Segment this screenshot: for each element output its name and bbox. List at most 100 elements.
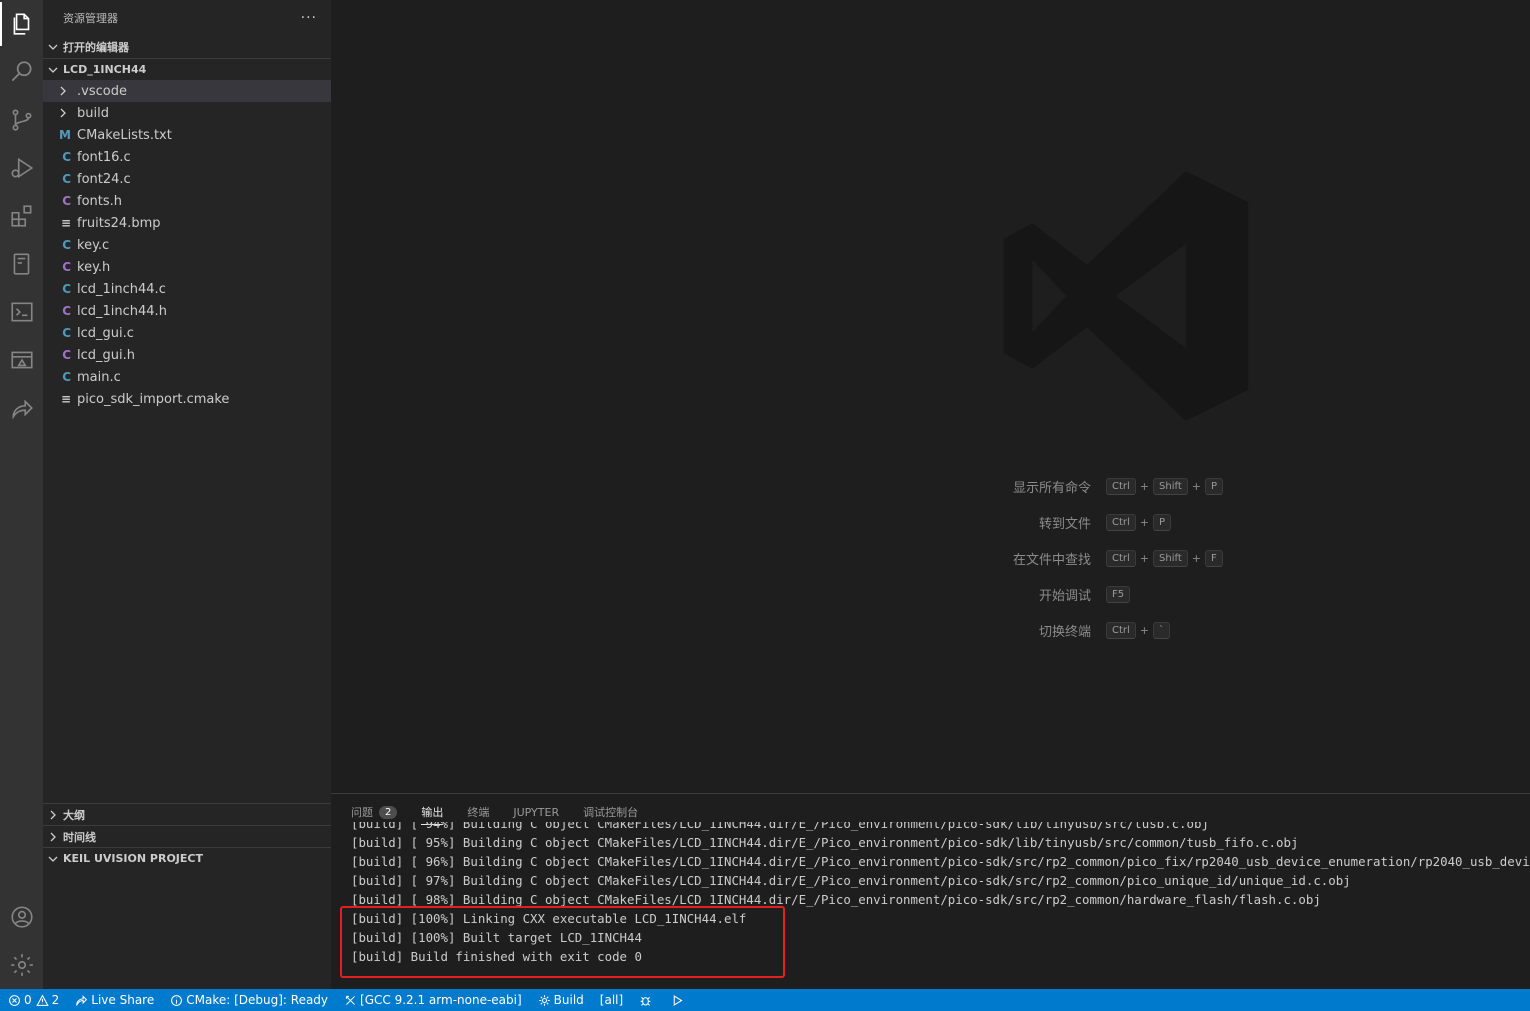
chevron-right-icon — [43, 829, 63, 845]
tree-item[interactable]: Cfonts.h — [43, 190, 331, 212]
accounts-icon[interactable] — [0, 895, 43, 939]
output-line: [build] [ 96%] Building C object CMakeFi… — [351, 854, 1530, 869]
tab-jupyter-label: JUPYTER — [513, 805, 560, 819]
keybinding-key: Ctrl — [1106, 477, 1136, 495]
status-bar: 0 2 Live Share CMake: [Debug]: Ready [GC… — [0, 989, 1530, 1011]
keybinding-key: F — [1204, 549, 1223, 567]
debug-button[interactable] — [639, 994, 655, 1007]
problems-status[interactable]: 0 2 — [8, 993, 59, 1007]
tree-item-label: font24.c — [77, 171, 131, 187]
tree-item[interactable]: Cfont24.c — [43, 168, 331, 190]
explorer-icon[interactable] — [0, 2, 43, 46]
keybinding-key: P — [1204, 477, 1223, 495]
tree-item-label: lcd_gui.h — [77, 347, 135, 363]
chevron-right-icon — [43, 83, 77, 99]
open-editors-label: 打开的编辑器 — [63, 41, 129, 54]
tab-terminal-label: 终端 — [467, 806, 490, 819]
tree-item-label: main.c — [77, 369, 121, 385]
tree-item-label: pico_sdk_import.cmake — [77, 391, 230, 407]
live-share-status[interactable]: Live Share — [75, 993, 154, 1007]
activity-bar — [0, 0, 43, 989]
search-icon[interactable] — [0, 50, 43, 94]
tree-item-label: key.h — [77, 259, 111, 275]
explorer-header: 资源管理器 ··· — [43, 0, 331, 36]
extensions-icon[interactable] — [0, 194, 43, 238]
outline-section[interactable]: 大纲 — [43, 803, 331, 825]
play-icon — [673, 994, 683, 1006]
terminal-icon[interactable] — [0, 290, 43, 334]
tree-item[interactable]: ≡ pico_sdk_import.cmake — [43, 388, 331, 410]
tree-item[interactable]: build — [43, 102, 331, 124]
plus-separator: + — [1139, 623, 1150, 637]
editor-area: 显示所有命令 Ctrl + Shift + P 转到文件 Ctrl + P 在文件中查找 Ctrl + S… — [331, 0, 1530, 793]
settings-gear-icon[interactable] — [0, 943, 43, 987]
tree-item[interactable]: .vscode — [43, 80, 331, 102]
timeline-section[interactable]: 时间线 — [43, 825, 331, 847]
tree-item[interactable]: Ckey.h — [43, 256, 331, 278]
cmake-status[interactable]: CMake: [Debug]: Ready — [170, 993, 328, 1007]
build-button[interactable]: Build — [538, 993, 584, 1007]
shortcut-hints: 显示所有命令 Ctrl + Shift + P 转到文件 Ctrl + P 在文件中查找 Ctrl + S… — [951, 468, 1351, 648]
remote-explorer-icon[interactable] — [0, 338, 43, 382]
tab-output-label: 输出 — [421, 806, 444, 819]
plus-separator: + — [1139, 515, 1150, 529]
tree-item[interactable]: Cmain.c — [43, 366, 331, 388]
shortcut-row: 开始调试 F5 — [951, 576, 1351, 612]
keybinding-key: F5 — [1106, 585, 1131, 603]
c-file-icon: C — [62, 172, 71, 186]
warning-count: 2 — [51, 993, 60, 1007]
plus-separator: + — [1139, 551, 1150, 565]
chevron-down-icon — [43, 62, 63, 78]
device-icon[interactable] — [0, 242, 43, 286]
more-actions-icon[interactable]: ··· — [301, 10, 317, 26]
tree-item[interactable]: ≡ fruits24.bmp — [43, 212, 331, 234]
shortcut-label: 切换终端 — [1038, 624, 1091, 640]
tree-item-label: fonts.h — [77, 193, 123, 209]
run-debug-icon[interactable] — [0, 146, 43, 190]
shortcut-label: 开始调试 — [1038, 588, 1091, 604]
tree-item-label: lcd_gui.c — [77, 325, 134, 341]
cmake-file-icon: M — [59, 128, 71, 142]
tree-item-label: lcd_1inch44.c — [77, 281, 166, 297]
explorer-title: 资源管理器 — [63, 12, 118, 25]
live-share-icon — [76, 994, 88, 1006]
build-target[interactable]: [all] — [600, 993, 623, 1007]
timeline-label: 时间线 — [63, 830, 96, 844]
file-tree: .vscode build M CMakeLists.txt Cfont16.c Cfon… — [43, 80, 331, 410]
live-share-icon[interactable] — [0, 386, 43, 430]
chevron-down-icon — [43, 39, 63, 55]
project-folder-section[interactable]: LCD_1INCH44 — [43, 58, 331, 80]
tree-item[interactable]: Clcd_gui.c — [43, 322, 331, 344]
tree-item[interactable]: Ckey.c — [43, 234, 331, 256]
tree-item[interactable]: Cfont16.c — [43, 146, 331, 168]
c-header-file-icon: C — [62, 194, 71, 208]
c-header-file-icon: C — [62, 260, 71, 274]
keybinding-key: Shift — [1153, 549, 1188, 567]
keybinding-key: Ctrl — [1106, 513, 1136, 531]
kit-label: [GCC 9.2.1 arm-none-eabi] — [360, 993, 522, 1007]
keil-project-section[interactable]: KEIL UVISION PROJECT — [43, 847, 331, 869]
output-line: [build] [ 97%] Building C object CMakeFi… — [351, 873, 1351, 888]
plus-separator: + — [1191, 479, 1201, 493]
tree-item[interactable]: M CMakeLists.txt — [43, 124, 331, 146]
plus-separator: + — [1191, 551, 1201, 565]
tree-item-label: build — [77, 105, 109, 121]
project-folder-label: LCD_1INCH44 — [63, 63, 147, 76]
bug-icon — [640, 996, 651, 1006]
open-editors-section[interactable]: 打开的编辑器 — [43, 36, 331, 58]
shortcut-label: 显示所有命令 — [1012, 480, 1091, 496]
tree-item-label: key.c — [77, 237, 110, 253]
chevron-right-icon — [43, 807, 63, 823]
tab-problems-label: 问题 — [351, 806, 373, 819]
shortcut-row: 在文件中查找 Ctrl + Shift + F — [951, 540, 1351, 576]
error-icon — [9, 994, 20, 1006]
tree-item-label: fruits24.bmp — [77, 215, 161, 231]
run-button[interactable] — [671, 994, 687, 1007]
tree-item[interactable]: Clcd_1inch44.c — [43, 278, 331, 300]
c-file-icon: C — [62, 238, 71, 252]
tree-item[interactable]: Clcd_gui.h — [43, 344, 331, 366]
source-control-icon[interactable] — [0, 98, 43, 142]
gear-icon — [538, 994, 550, 1006]
kit-status[interactable]: [GCC 9.2.1 arm-none-eabi] — [344, 993, 522, 1007]
tree-item[interactable]: Clcd_1inch44.h — [43, 300, 331, 322]
